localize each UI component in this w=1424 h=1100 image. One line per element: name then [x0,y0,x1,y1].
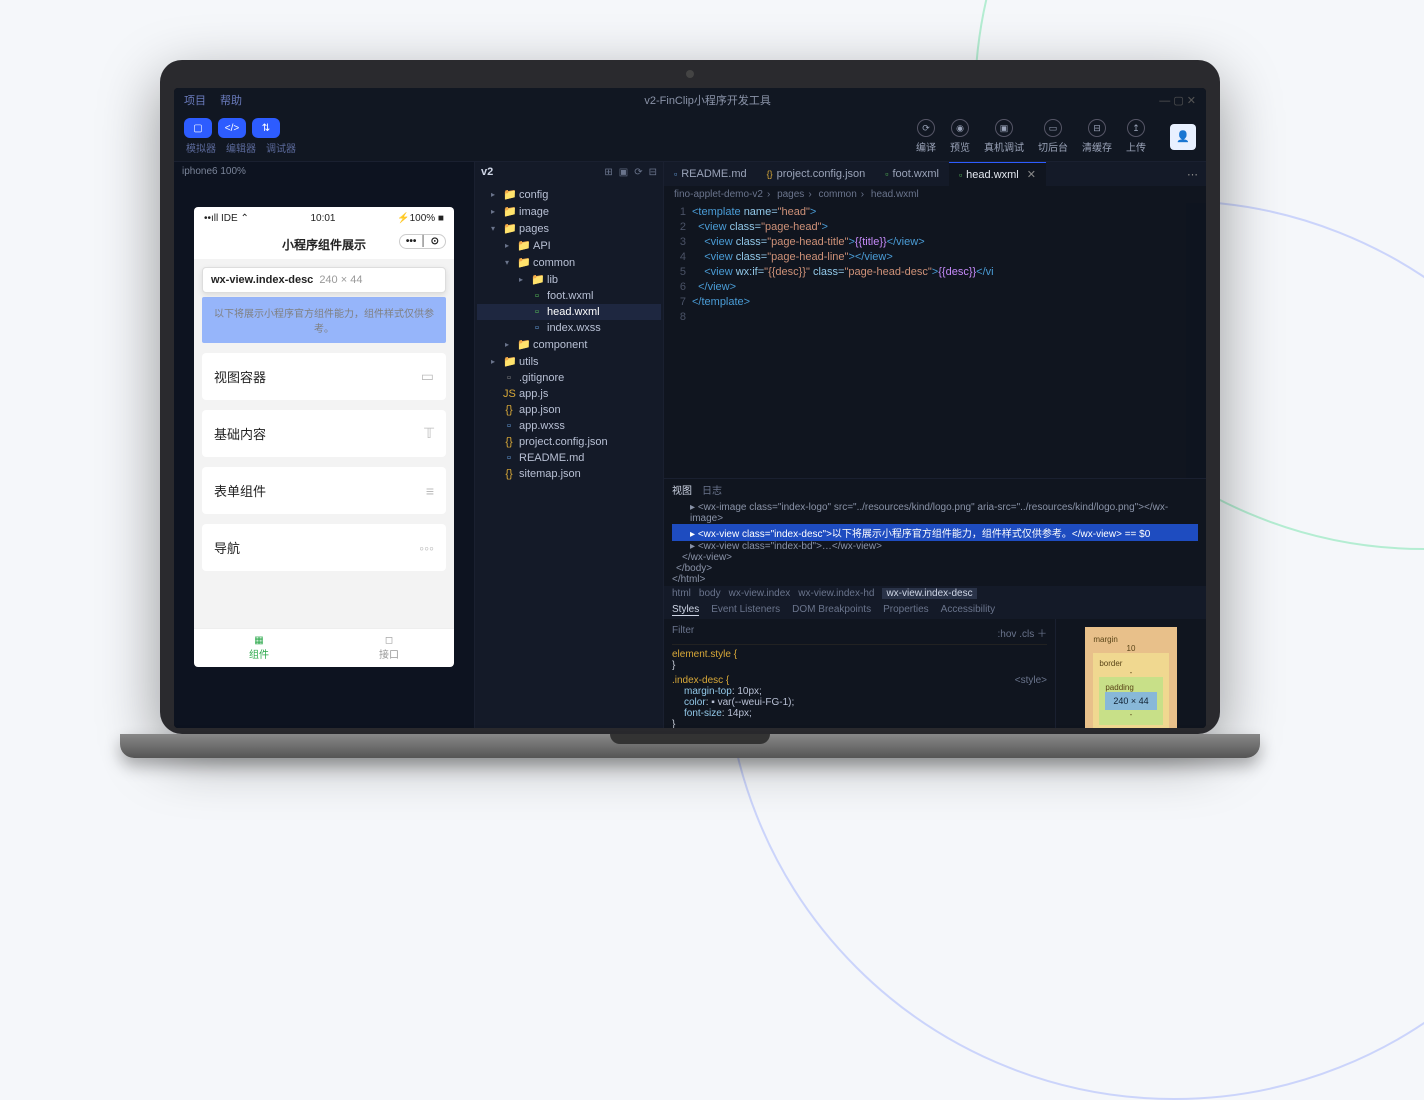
clear-cache-button[interactable]: ⊟清缓存 [1082,119,1112,154]
refresh-icon[interactable]: ⟳ [634,167,642,178]
subtab-properties[interactable]: Properties [883,604,929,616]
folder-lib[interactable]: ▸📁lib [477,271,661,288]
subtab-event-listeners[interactable]: Event Listeners [711,604,780,616]
file-project-config[interactable]: {}project.config.json [477,434,661,450]
file-app-json[interactable]: {}app.json [477,402,661,418]
mode-debugger-label: 调试器 [266,140,296,155]
compile-button[interactable]: ⟳编译 [916,119,936,154]
list-item[interactable]: 视图容器▭ [202,353,446,400]
text-icon: 𝕋 [424,425,434,442]
remote-debug-button[interactable]: ▣真机调试 [984,119,1024,154]
dom-breadcrumb[interactable]: htmlbody wx-view.indexwx-view.index-hd w… [664,586,1206,601]
phone-battery: ⚡100% ■ [397,213,444,224]
menu-help[interactable]: 帮助 [220,92,242,108]
folder-component[interactable]: ▸📁component [477,336,661,353]
project-root[interactable]: v2 [481,166,493,178]
webcam [686,70,694,78]
file-foot-wxml[interactable]: ▫foot.wxml [477,288,661,304]
subtab-dom-breakpoints[interactable]: DOM Breakpoints [792,604,871,616]
list-item[interactable]: 导航◦◦◦ [202,524,446,571]
minimap[interactable] [1186,203,1206,478]
background-button[interactable]: ▭切后台 [1038,119,1068,154]
phone-simulator: ••ıll IDE ⌃ 10:01 ⚡100% ■ 小程序组件展示 •••│⊙ … [194,207,454,667]
avatar[interactable]: 👤 [1170,124,1196,150]
breadcrumb: fino-applet-demo-v2› pages› common› head… [664,186,1206,203]
subtab-accessibility[interactable]: Accessibility [941,604,995,616]
mode-simulator-button[interactable]: ▢ [184,118,212,138]
folder-image[interactable]: ▸📁image [477,203,661,220]
inspect-tooltip: wx-view.index-desc 240 × 44 [202,267,446,293]
laptop-frame: 项目 帮助 v2-FinClip小程序开发工具 — ▢ ✕ ▢ </> ⇅ 模拟… [160,60,1220,758]
tab-head-wxml[interactable]: ▫head.wxml✕ [949,162,1046,186]
mode-editor-label: 编辑器 [226,140,256,155]
editor-tabs: ▫README.md {}project.config.json ▫foot.w… [664,162,1206,186]
phone-time: 10:01 [310,213,335,224]
folder-config[interactable]: ▸📁config [477,186,661,203]
styles-panel[interactable]: Filter:hov .cls ＋ element.style { } .ind… [664,619,1056,728]
tab-project-config[interactable]: {}project.config.json [757,163,876,185]
devtools-subtabs: Styles Event Listeners DOM Breakpoints P… [664,601,1206,619]
simulator-pane: iphone6 100% ••ıll IDE ⌃ 10:01 ⚡100% ■ 小… [174,162,474,728]
file-sitemap[interactable]: {}sitemap.json [477,466,661,482]
phone-tab-components[interactable]: ▦组件 [194,629,324,667]
ide-screen: 项目 帮助 v2-FinClip小程序开发工具 — ▢ ✕ ▢ </> ⇅ 模拟… [174,88,1206,728]
file-head-wxml[interactable]: ▫head.wxml [477,304,661,320]
devtools-tab-view[interactable]: 视图 [672,482,692,497]
simulator-device-label: iphone6 100% [174,162,474,181]
file-explorer: v2 ⊞ ▣ ⟳ ⊟ ▸📁config ▸📁image ▾📁pages ▸📁AP… [474,162,664,728]
file-gitignore[interactable]: ▫.gitignore [477,370,661,386]
mode-editor-button[interactable]: </> [218,118,246,138]
menubar: 项目 帮助 v2-FinClip小程序开发工具 — ▢ ✕ [174,88,1206,112]
file-app-js[interactable]: JSapp.js [477,386,661,402]
code-editor[interactable]: 12345678 <template name="head"> <view cl… [664,203,1206,478]
new-file-icon[interactable]: ⊞ [604,167,612,178]
tabs-more-icon[interactable]: ⋯ [1179,168,1206,181]
folder-pages[interactable]: ▾📁pages [477,220,661,237]
box-model: margin 10 border - padding 240 × 44 - - … [1056,619,1206,728]
subtab-styles[interactable]: Styles [672,604,699,616]
file-app-wxss[interactable]: ▫app.wxss [477,418,661,434]
tab-foot-wxml[interactable]: ▫foot.wxml [875,163,949,185]
folder-common[interactable]: ▾📁common [477,254,661,271]
menu-project[interactable]: 项目 [184,92,206,108]
phone-nav-title: 小程序组件展示 [282,238,366,252]
window-title: v2-FinClip小程序开发工具 [256,92,1159,108]
form-icon: ≡ [426,483,434,499]
preview-button[interactable]: ◉预览 [950,119,970,154]
container-icon: ▭ [421,368,434,385]
selected-element-overlay[interactable]: 以下将展示小程序官方组件能力，组件样式仅供参考。 [202,297,446,343]
window-controls[interactable]: — ▢ ✕ [1159,94,1196,107]
folder-utils[interactable]: ▸📁utils [477,353,661,370]
upload-button[interactable]: ↥上传 [1126,119,1146,154]
devtools: 视图 日志 ▸ <wx-image class="index-logo" src… [664,478,1206,728]
file-index-wxss[interactable]: ▫index.wxss [477,320,661,336]
mode-debugger-button[interactable]: ⇅ [252,118,280,138]
tab-readme[interactable]: ▫README.md [664,163,757,185]
list-item[interactable]: 表单组件≡ [202,467,446,514]
dom-tree[interactable]: ▸ <wx-image class="index-logo" src="../r… [664,500,1206,586]
close-icon[interactable]: ✕ [1027,168,1036,181]
phone-signal: ••ıll IDE ⌃ [204,213,249,224]
new-folder-icon[interactable]: ▣ [619,167,628,178]
file-readme[interactable]: ▫README.md [477,450,661,466]
list-item[interactable]: 基础内容𝕋 [202,410,446,457]
toolbar: ▢ </> ⇅ 模拟器 编辑器 调试器 ⟳编译 ◉预览 ▣真机调试 ▭切后台 ⊟… [174,112,1206,162]
collapse-icon[interactable]: ⊟ [649,167,657,178]
folder-api[interactable]: ▸📁API [477,237,661,254]
devtools-tab-log[interactable]: 日志 [702,482,722,497]
phone-tab-api[interactable]: ◻接口 [324,629,454,667]
nav-icon: ◦◦◦ [419,540,434,556]
mode-simulator-label: 模拟器 [186,140,216,155]
capsule-button[interactable]: •••│⊙ [399,234,446,249]
